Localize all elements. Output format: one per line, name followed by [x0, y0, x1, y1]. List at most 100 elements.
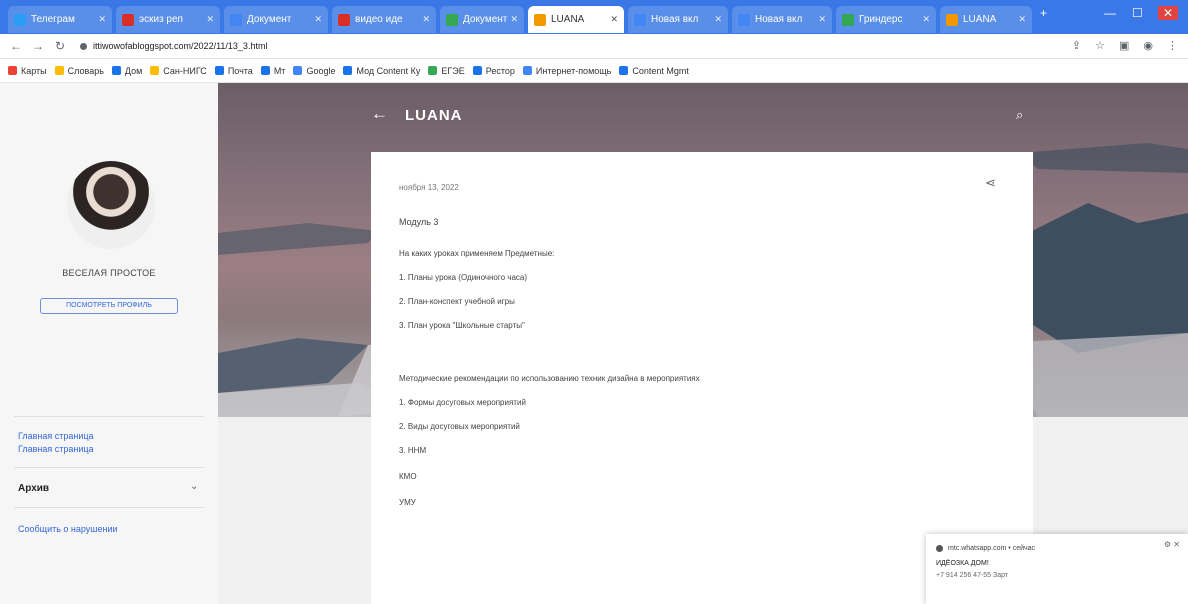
- bookmark-item[interactable]: Content Mgmt: [619, 66, 689, 76]
- close-window-icon[interactable]: ✕: [1158, 6, 1179, 20]
- bookmark-item[interactable]: Рестор: [472, 66, 515, 76]
- blog-title[interactable]: LUANA: [405, 107, 463, 124]
- tab-label: Документ: [247, 14, 292, 25]
- bookmark-item[interactable]: Словарь: [54, 66, 104, 76]
- globe-icon: [619, 66, 629, 75]
- bookmark-item[interactable]: Мт: [260, 66, 285, 76]
- search-icon[interactable]: ⌕: [1016, 107, 1023, 123]
- close-icon[interactable]: ✕: [98, 14, 106, 25]
- extensions-icon[interactable]: ▣: [1119, 39, 1129, 52]
- close-icon[interactable]: ✕: [922, 14, 930, 25]
- bookmarks-bar: Карты Словарь Дом Сан-НИГС Почта Мт Goog…: [0, 59, 1188, 83]
- blogger-icon: [946, 13, 958, 26]
- minimize-icon[interactable]: —: [1104, 6, 1116, 20]
- maximize-icon[interactable]: ☐: [1132, 6, 1143, 20]
- bookmark-item[interactable]: Google: [293, 66, 335, 76]
- tab-label: Телеграм: [31, 14, 75, 25]
- whatsapp-icon: [936, 545, 943, 552]
- bookmark-icon: [111, 66, 121, 75]
- tab-new-1[interactable]: Новая вкл ✕: [628, 6, 728, 33]
- profile-name: ВЕСЕЛАЯ ПРОСТОЕ: [62, 268, 156, 278]
- telegram-icon: [14, 13, 26, 26]
- divider: [14, 507, 204, 508]
- bookmark-label: Сан-НИГС: [163, 65, 207, 76]
- post-text-line: 2. План-конспект учебной игры: [399, 297, 515, 306]
- tab-label: LUANA: [551, 14, 585, 25]
- divider: [14, 467, 204, 468]
- url-field[interactable]: ittiwowofabloggspot.com/2022/11/13_3.htm…: [80, 41, 267, 51]
- tab-sketch[interactable]: эскиз реп ✕: [116, 6, 220, 33]
- tab-document-2[interactable]: Документ ✕: [440, 6, 524, 33]
- close-icon[interactable]: ✕: [206, 14, 214, 25]
- bookmark-item[interactable]: Почта: [214, 65, 253, 76]
- notification-settings-icon[interactable]: ⚙ ✕: [1164, 540, 1180, 549]
- toolbar-right: ⇪ ☆ ▣ ◉ ⋮: [1072, 39, 1178, 52]
- post-text-line: Методические рекомендации по использован…: [399, 374, 700, 383]
- archive-heading[interactable]: Архив: [18, 483, 49, 494]
- bookmark-label: Почта: [227, 65, 253, 76]
- post-text-line: На каких уроках применяем Предметные:: [399, 249, 555, 258]
- post-title: Модуль 3: [399, 217, 439, 227]
- bookmark-icon: [522, 66, 532, 75]
- close-icon[interactable]: ✕: [510, 14, 518, 25]
- bookmark-item[interactable]: Интернет-помощь: [522, 66, 611, 76]
- notification-title: ИДЁОЗКА ДОМ!: [936, 560, 989, 567]
- bookmark-item[interactable]: Карты: [8, 66, 47, 76]
- reload-icon[interactable]: ↻: [54, 39, 66, 53]
- sheets-icon: [842, 13, 854, 26]
- mail-icon: [214, 66, 224, 75]
- post-text-line: 3. ННМ: [399, 446, 427, 455]
- bookmark-label: Дом: [124, 65, 143, 76]
- close-icon[interactable]: ✕: [714, 14, 722, 25]
- tab-luana-active[interactable]: LUANA ✕: [528, 6, 624, 33]
- close-icon[interactable]: ✕: [1018, 14, 1026, 25]
- forward-icon[interactable]: →: [32, 39, 44, 53]
- sheets-icon: [446, 13, 458, 26]
- close-icon[interactable]: ✕: [610, 14, 618, 25]
- report-abuse-link[interactable]: Сообщить о нарушении: [18, 524, 118, 534]
- new-tab-plus-icon[interactable]: +: [1040, 6, 1047, 20]
- post-text-line: УМУ: [399, 498, 416, 507]
- bookmark-icon: [150, 66, 160, 75]
- whatsapp-notification[interactable]: mtc.whatsapp.com • сейчас ИДЁОЗКА ДОМ! +…: [926, 534, 1188, 604]
- view-profile-button[interactable]: ПОСМОТРЕТЬ ПРОФИЛЬ: [40, 298, 178, 314]
- bookmark-item[interactable]: Дом: [111, 65, 143, 76]
- divider: [14, 416, 204, 417]
- browser-tab-bar: Телеграм ✕ эскиз реп ✕ Документ ✕ видео иде…: [0, 0, 1188, 34]
- new-tab-icon: [738, 13, 750, 26]
- tab-grinders[interactable]: Гриндерс ✕: [836, 6, 936, 33]
- tab-label: видео иде: [355, 14, 403, 25]
- google-icon: [293, 66, 303, 75]
- close-icon[interactable]: ✕: [818, 14, 826, 25]
- address-bar: ← → ↻ ittiwowofabloggspot.com/2022/11/13…: [0, 34, 1188, 59]
- tab-telegram[interactable]: Телеграм ✕: [8, 6, 112, 33]
- bookmark-star-icon[interactable]: ☆: [1095, 39, 1105, 52]
- avatar[interactable]: [67, 161, 155, 249]
- menu-icon[interactable]: ⋮: [1167, 39, 1178, 52]
- tab-video[interactable]: видео иде ✕: [332, 6, 436, 33]
- tab-label: Документ: [463, 14, 508, 25]
- gmail-icon: [122, 13, 134, 26]
- tab-luana-2[interactable]: LUANA ✕: [940, 6, 1032, 33]
- close-icon[interactable]: ✕: [314, 14, 322, 25]
- post-text-line: 1. Формы досуговых мероприятий: [399, 398, 526, 407]
- bookmark-item[interactable]: ЕГЭЕ: [428, 66, 465, 76]
- bookmark-label: Google: [306, 65, 336, 76]
- chevron-down-icon[interactable]: ⌄: [190, 481, 198, 492]
- tab-document[interactable]: Документ ✕: [224, 6, 328, 33]
- bookmark-label: Content Mgmt: [632, 65, 689, 76]
- back-arrow-icon[interactable]: ←: [371, 104, 388, 124]
- bookmark-label: Карты: [21, 65, 47, 76]
- share-page-icon[interactable]: ⇪: [1072, 39, 1081, 52]
- blogger-icon: [534, 13, 546, 26]
- home-link-2[interactable]: Главная страница: [18, 444, 94, 454]
- home-link[interactable]: Главная страница: [18, 431, 94, 441]
- bookmark-item[interactable]: Мод Content Ку: [343, 66, 420, 76]
- tab-new-2[interactable]: Новая вкл ✕: [732, 6, 832, 33]
- bookmark-item[interactable]: Сан-НИГС: [150, 66, 207, 76]
- close-icon[interactable]: ✕: [422, 14, 430, 25]
- post-date: ноября 13, 2022: [399, 183, 459, 192]
- back-icon[interactable]: ←: [10, 39, 22, 53]
- share-icon[interactable]: ⋖: [985, 175, 996, 191]
- profile-icon[interactable]: ◉: [1143, 39, 1153, 52]
